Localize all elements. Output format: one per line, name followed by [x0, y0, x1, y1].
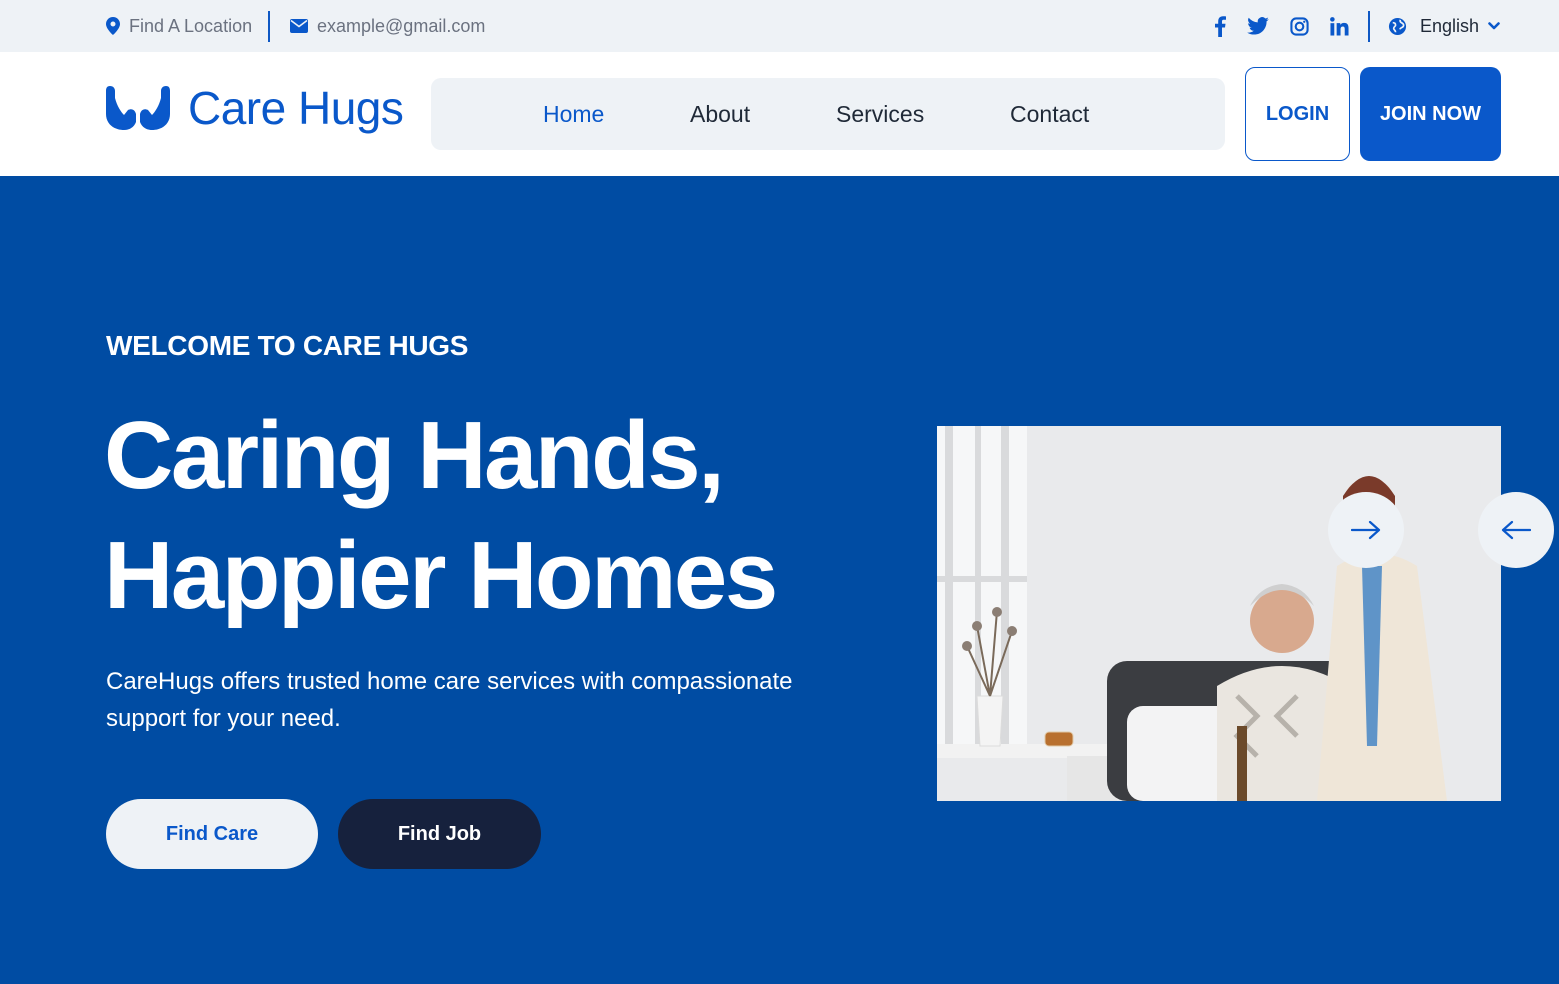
hero-eyebrow: WELCOME TO CARE HUGS: [106, 330, 469, 361]
main-header: Care Hugs Home About Services Contact LO…: [0, 52, 1559, 176]
main-nav: Home About Services Contact: [431, 78, 1225, 150]
email-link[interactable]: example@gmail.com: [290, 0, 485, 52]
join-now-button[interactable]: JOIN NOW: [1360, 67, 1501, 161]
map-pin-icon: [106, 17, 120, 35]
brand-logo[interactable]: Care Hugs: [106, 82, 404, 134]
nav-services[interactable]: Services: [836, 78, 924, 150]
twitter-icon[interactable]: [1246, 14, 1270, 38]
facebook-icon[interactable]: [1208, 14, 1232, 38]
email-label: example@gmail.com: [317, 15, 486, 36]
globe-icon: [1388, 17, 1407, 36]
chevron-down-icon: [1488, 22, 1500, 30]
carousel-next-button[interactable]: [1328, 492, 1404, 568]
divider: [1368, 11, 1370, 42]
hero-description: CareHugs offers trusted home care servic…: [106, 668, 793, 732]
instagram-icon[interactable]: [1287, 14, 1311, 38]
find-location-link[interactable]: Find A Location: [106, 0, 252, 52]
arrow-left-icon: [1501, 520, 1531, 540]
find-job-button[interactable]: Find Job: [338, 799, 541, 869]
hands-logo-icon: [106, 86, 170, 130]
language-label: English: [1420, 15, 1480, 36]
headline-line-1: Caring Hands,: [104, 402, 725, 509]
hero-headline: Caring Hands, Happier Homes: [104, 396, 884, 636]
find-care-button[interactable]: Find Care: [106, 799, 318, 869]
login-button[interactable]: LOGIN: [1245, 67, 1350, 161]
divider: [268, 11, 270, 42]
nav-about[interactable]: About: [690, 78, 750, 150]
language-selector[interactable]: English: [1388, 0, 1500, 52]
nav-contact[interactable]: Contact: [1010, 78, 1089, 150]
arrow-right-icon: [1351, 520, 1381, 540]
brand-name: Care Hugs: [188, 82, 404, 134]
envelope-icon: [290, 19, 308, 33]
location-label: Find A Location: [129, 15, 253, 36]
carousel-prev-button[interactable]: [1478, 492, 1554, 568]
nav-home[interactable]: Home: [543, 78, 604, 150]
hero-section: WELCOME TO CARE HUGS Caring Hands, Happi…: [0, 176, 1559, 984]
headline-line-2: Happier Homes: [104, 522, 778, 629]
top-bar: Find A Location example@gmail.com Englis…: [0, 0, 1559, 52]
linkedin-icon[interactable]: [1327, 14, 1351, 38]
caregiver-photo: [937, 426, 1501, 801]
